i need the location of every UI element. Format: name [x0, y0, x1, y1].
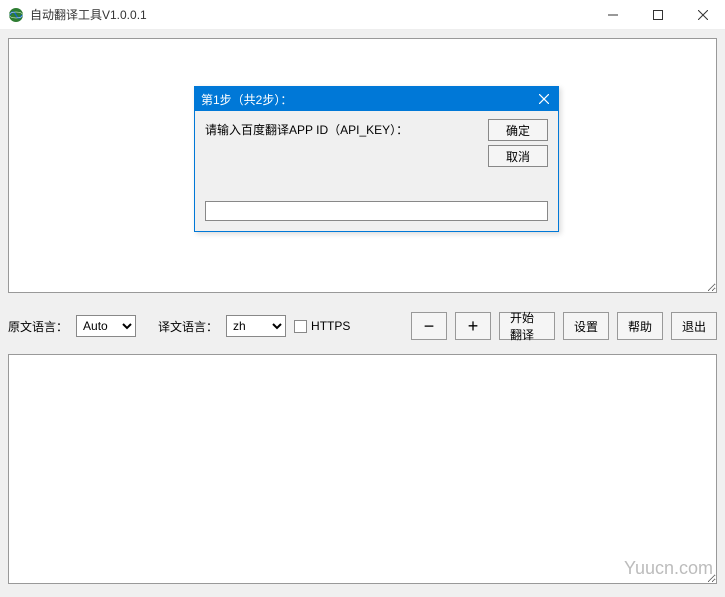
exit-button[interactable]: 退出	[671, 312, 717, 340]
settings-button[interactable]: 设置	[563, 312, 609, 340]
cancel-button[interactable]: 取消	[488, 145, 548, 167]
minimize-button[interactable]	[590, 0, 635, 30]
app-icon	[8, 7, 24, 23]
watermark: Yuucn.com	[624, 558, 713, 579]
dialog-body: 请输入百度翻译APP ID（API_KEY）： 确定 取消	[195, 111, 558, 231]
dialog-titlebar[interactable]: 第1步（共2步）：	[195, 87, 558, 111]
dialog-close-button[interactable]	[530, 87, 558, 111]
input-dialog: 第1步（共2步）： 请输入百度翻译APP ID（API_KEY）： 确定 取消	[194, 86, 559, 232]
maximize-icon	[653, 10, 663, 20]
minimize-icon	[608, 10, 618, 20]
window-controls	[590, 0, 725, 30]
close-icon	[698, 10, 708, 20]
font-decrease-button[interactable]: −	[411, 312, 447, 340]
help-button[interactable]: 帮助	[617, 312, 663, 340]
dialog-title: 第1步（共2步）：	[201, 91, 530, 108]
window-titlebar: 自动翻译工具V1.0.0.1	[0, 0, 725, 30]
start-translate-button[interactable]: 开始翻译	[499, 312, 555, 340]
window-title: 自动翻译工具V1.0.0.1	[30, 6, 590, 23]
toolbar: 原文语言： Auto 译文语言： zh HTTPS − + 开始翻译 设置 帮助…	[0, 306, 725, 346]
main-bottom-area	[0, 346, 725, 597]
api-key-input[interactable]	[205, 201, 548, 221]
close-icon	[539, 94, 549, 104]
ok-button[interactable]: 确定	[488, 119, 548, 141]
https-checkbox[interactable]	[294, 320, 307, 333]
target-language-select[interactable]: zh	[226, 315, 286, 337]
target-language-label: 译文语言：	[158, 318, 218, 335]
https-label: HTTPS	[311, 319, 350, 333]
target-text-area[interactable]	[8, 354, 717, 584]
dialog-prompt: 请输入百度翻译APP ID（API_KEY）：	[205, 121, 408, 138]
close-button[interactable]	[680, 0, 725, 30]
https-checkbox-wrap[interactable]: HTTPS	[294, 319, 350, 333]
maximize-button[interactable]	[635, 0, 680, 30]
font-increase-button[interactable]: +	[455, 312, 491, 340]
source-language-label: 原文语言：	[8, 318, 68, 335]
source-language-select[interactable]: Auto	[76, 315, 136, 337]
